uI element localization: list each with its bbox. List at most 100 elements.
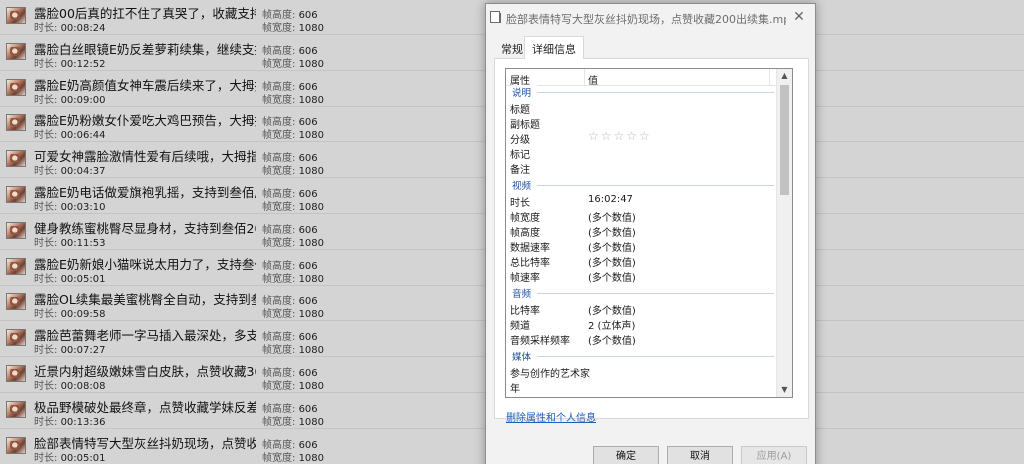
duration-value: 00:05:01 <box>60 452 106 464</box>
video-thumbnail[interactable] <box>6 221 26 239</box>
document-icon <box>490 11 501 23</box>
duration-label: 时长: <box>34 94 58 106</box>
property-name: 帧高度 <box>510 228 540 239</box>
duration-value: 00:08:24 <box>60 23 106 34</box>
apply-button[interactable]: 应用(A) <box>741 446 807 464</box>
property-list[interactable]: 属性 值 说明 标题 副标题 分级 ☆☆☆☆☆ 标记 备注 视频 时长 16:0… <box>505 68 793 398</box>
tab-strip: 常规 详细信息 <box>494 36 809 60</box>
details-panel: 属性 值 说明 标题 副标题 分级 ☆☆☆☆☆ 标记 备注 视频 时长 16:0… <box>494 59 809 424</box>
frame-width-value: 1080 <box>298 130 325 142</box>
property-row-year[interactable]: 年 <box>506 379 776 395</box>
frame-width-value: 1080 <box>298 94 325 106</box>
video-thumbnail[interactable] <box>6 186 26 203</box>
file-duration: 时长: 00:11:53 <box>34 234 105 249</box>
duration-value: 00:08:08 <box>60 381 106 392</box>
dialog-title: 脸部表情特写大型灰丝抖奶现场，点赞收藏200出续集.mp4，... 属性 <box>506 13 786 26</box>
video-thumbnail[interactable] <box>6 436 26 454</box>
video-thumbnail[interactable] <box>6 257 26 275</box>
property-value: (多个数值) <box>588 258 636 269</box>
frame-width-value: 1080 <box>298 273 325 285</box>
video-thumbnail[interactable] <box>6 365 26 382</box>
property-name: 总比特率 <box>510 258 550 269</box>
frame-width-value: 1080 <box>298 381 325 392</box>
property-row-sample-rate[interactable]: 音频采样频率 (多个数值) <box>506 331 776 347</box>
scroll-up-arrow-icon[interactable]: ▲ <box>777 69 792 83</box>
file-frame-width: 帧宽度: 1080 <box>262 377 324 392</box>
video-thumbnail[interactable] <box>6 7 26 24</box>
property-row-comments[interactable]: 备注 <box>506 160 776 176</box>
video-thumbnail[interactable] <box>6 400 26 418</box>
video-thumbnail[interactable] <box>6 150 26 168</box>
frame-width-label: 帧宽度: <box>262 23 296 34</box>
file-duration: 时长: 00:13:36 <box>34 413 105 428</box>
video-thumbnail[interactable] <box>6 329 26 347</box>
column-divider[interactable] <box>769 69 770 86</box>
ok-button[interactable]: 确定 <box>593 446 659 464</box>
property-name: 帧速率 <box>510 273 540 284</box>
property-row-total-bitrate[interactable]: 总比特率 (多个数值) <box>506 253 776 269</box>
remove-properties-link[interactable]: 删除属性和个人信息 <box>506 409 596 424</box>
scroll-down-arrow-icon[interactable]: ▼ <box>777 383 792 397</box>
property-row-channels[interactable]: 频道 2 (立体声) <box>506 316 776 332</box>
property-name: 参与创作的艺术家 <box>510 369 590 380</box>
file-frame-width: 帧宽度: 1080 <box>262 413 324 428</box>
property-row-tags[interactable]: 标记 <box>506 145 776 161</box>
property-name: 备注 <box>510 165 530 176</box>
duration-label: 时长: <box>34 237 58 249</box>
list-header: 属性 值 <box>506 69 776 87</box>
file-frame-width: 帧宽度: 1080 <box>262 198 324 213</box>
property-row-contributing-artists[interactable]: 参与创作的艺术家 <box>506 364 776 380</box>
property-row-bitrate[interactable]: 比特率 (多个数值) <box>506 301 776 317</box>
frame-width-label: 帧宽度: <box>262 237 296 249</box>
property-row-subtitle[interactable]: 副标题 <box>506 115 776 131</box>
file-duration: 时长: 00:05:01 <box>34 449 105 464</box>
property-name: 副标题 <box>510 120 540 131</box>
video-thumbnail[interactable] <box>6 293 26 311</box>
property-value: 16:02:47 <box>588 194 633 205</box>
video-thumbnail[interactable] <box>6 42 26 60</box>
tab-details[interactable]: 详细信息 <box>524 36 584 60</box>
frame-width-value: 1080 <box>298 452 325 464</box>
property-value: (多个数值) <box>588 213 636 224</box>
property-row-title[interactable]: 标题 <box>506 100 776 116</box>
group-label: 音频 <box>512 286 538 300</box>
vertical-scrollbar[interactable]: ▲ ▼ <box>776 69 792 397</box>
dialog-title-bar[interactable]: 脸部表情特写大型灰丝抖奶现场，点赞收藏200出续集.mp4，... 属性 ✕ <box>486 4 815 32</box>
file-duration: 时长: 00:04:37 <box>34 162 105 177</box>
property-row-frame-width[interactable]: 帧宽度 (多个数值) <box>506 208 776 224</box>
file-frame-width: 帧宽度: 1080 <box>262 55 324 70</box>
close-button[interactable]: ✕ <box>791 9 807 25</box>
duration-label: 时长: <box>34 416 58 428</box>
frame-width-value: 1080 <box>298 23 325 34</box>
file-duration: 时长: 00:06:44 <box>34 126 105 141</box>
column-divider[interactable] <box>584 69 585 86</box>
rating-stars[interactable]: ☆☆☆☆☆ <box>588 129 652 143</box>
property-row-rating[interactable]: 分级 ☆☆☆☆☆ <box>506 129 776 146</box>
property-row-data-rate[interactable]: 数据速率 (多个数值) <box>506 238 776 254</box>
frame-width-label: 帧宽度: <box>262 273 296 285</box>
property-row-frame-rate[interactable]: 帧速率 (多个数值) <box>506 268 776 284</box>
video-thumbnail[interactable] <box>6 114 26 132</box>
property-name: 时长 <box>510 198 530 209</box>
video-thumbnail[interactable] <box>6 78 26 96</box>
property-row-length[interactable]: 时长 16:02:47 <box>506 193 776 209</box>
frame-width-label: 帧宽度: <box>262 452 296 464</box>
duration-label: 时长: <box>34 202 58 213</box>
duration-value: 00:03:10 <box>60 202 106 213</box>
file-frame-width: 帧宽度: 1080 <box>262 341 324 356</box>
cancel-button[interactable]: 取消 <box>667 446 733 464</box>
property-name: 比特率 <box>510 306 540 317</box>
file-frame-width: 帧宽度: 1080 <box>262 234 324 249</box>
frame-width-label: 帧宽度: <box>262 416 296 428</box>
frame-width-value: 1080 <box>298 166 325 178</box>
file-frame-width: 帧宽度: 1080 <box>262 126 324 141</box>
frame-width-label: 帧宽度: <box>262 345 296 357</box>
frame-width-value: 1080 <box>298 202 325 213</box>
group-divider <box>512 293 774 294</box>
frame-width-value: 1080 <box>298 309 325 321</box>
group-media: 媒体 <box>512 349 774 363</box>
scrollbar-thumb[interactable] <box>780 85 789 195</box>
property-value: (多个数值) <box>588 336 636 347</box>
group-label: 媒体 <box>512 349 538 363</box>
property-row-frame-height[interactable]: 帧高度 (多个数值) <box>506 223 776 239</box>
